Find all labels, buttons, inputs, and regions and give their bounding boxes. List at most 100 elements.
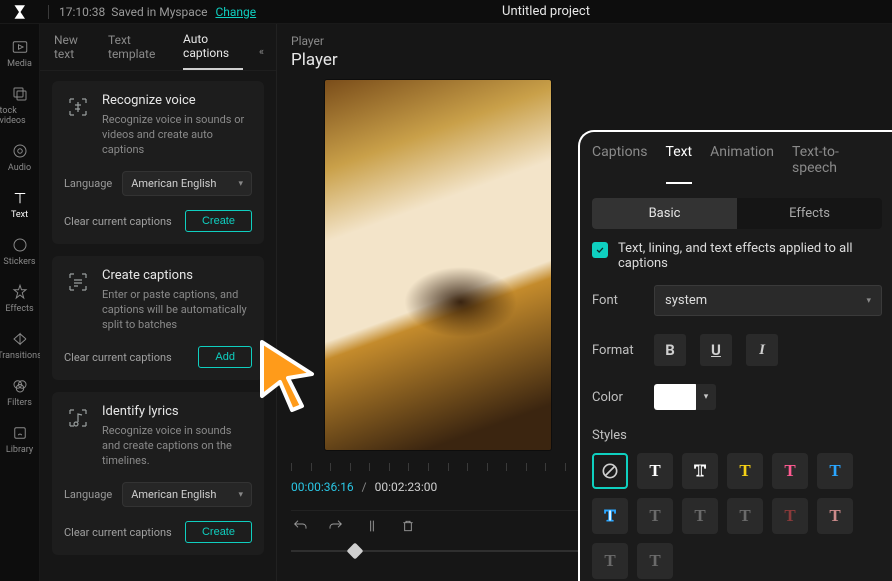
apply-all-checkbox[interactable]	[592, 242, 608, 258]
recognize-voice-icon	[64, 93, 92, 121]
card-desc: Recognize voice in sounds or videos and …	[102, 112, 252, 157]
rail-label: Library	[6, 445, 33, 455]
rail-label: Audio	[8, 163, 31, 173]
clear-captions-button[interactable]: Clear current captions	[64, 215, 172, 228]
text-icon	[11, 189, 29, 207]
tab-captions[interactable]: Captions	[592, 144, 648, 184]
style-preset[interactable]: T	[637, 498, 673, 534]
tab-text[interactable]: Text	[666, 144, 693, 184]
rail-label: tock videos	[0, 106, 40, 126]
zoom-slider[interactable]	[291, 550, 578, 552]
style-preset[interactable]: T	[682, 498, 718, 534]
tab-text-to-speech[interactable]: Text-to-speech	[792, 144, 882, 184]
card-create-captions: Create captions Enter or paste captions,…	[52, 256, 264, 380]
style-preset[interactable]: T	[772, 453, 808, 489]
rail-label: Text	[11, 210, 28, 220]
apply-all-label: Text, lining, and text effects applied t…	[618, 241, 882, 271]
style-preset[interactable]: T	[682, 453, 718, 489]
change-workspace-link[interactable]: Change	[215, 5, 256, 19]
card-recognize-voice: Recognize voice Recognize voice in sound…	[52, 81, 264, 244]
rail-text[interactable]: Text	[0, 183, 40, 230]
text-inspector-panel: Captions Text Animation Text-to-speech B…	[578, 130, 892, 581]
style-presets: T T T T T T T T T T T T T	[592, 453, 882, 579]
rail-stickers[interactable]: Stickers	[0, 230, 40, 277]
tab-new-text[interactable]: New text	[54, 33, 92, 69]
clear-captions-button[interactable]: Clear current captions	[64, 351, 172, 364]
inspector-segments: Basic Effects	[592, 198, 882, 229]
player-title: Player	[277, 48, 892, 80]
rail-label: Media	[7, 59, 32, 69]
underline-button[interactable]: U	[700, 334, 732, 366]
redo-icon[interactable]	[327, 517, 345, 535]
video-preview[interactable]	[325, 80, 551, 450]
card-title: Recognize voice	[102, 93, 252, 108]
style-preset[interactable]: T	[817, 453, 853, 489]
card-title: Create captions	[102, 268, 252, 283]
style-preset[interactable]: T	[592, 498, 628, 534]
language-select[interactable]: American English ▾	[122, 482, 252, 507]
style-preset[interactable]: T	[637, 543, 673, 579]
effects-icon	[11, 283, 29, 301]
style-preset[interactable]: T	[592, 543, 628, 579]
transitions-icon	[11, 330, 29, 348]
filters-icon	[11, 377, 29, 395]
chevron-down-icon: ▾	[238, 179, 243, 189]
save-time: 17:10:38	[59, 5, 105, 19]
audio-icon	[11, 142, 29, 160]
rail-audio[interactable]: Audio	[0, 136, 40, 183]
delete-icon[interactable]	[399, 517, 417, 535]
language-label: Language	[64, 488, 112, 501]
zoom-handle[interactable]	[347, 543, 364, 560]
create-button[interactable]: Create	[185, 210, 252, 232]
add-button[interactable]: Add	[198, 346, 252, 368]
rail-transitions[interactable]: Transitions	[0, 324, 40, 371]
clear-captions-button[interactable]: Clear current captions	[64, 526, 172, 539]
tab-text-template[interactable]: Text template	[108, 33, 167, 69]
tab-auto-captions[interactable]: Auto captions	[183, 32, 243, 70]
language-label: Language	[64, 177, 112, 190]
project-title[interactable]: Untitled project	[502, 4, 590, 19]
rail-filters[interactable]: Filters	[0, 371, 40, 418]
collapse-panel-icon[interactable]: «	[259, 45, 262, 58]
stock-videos-icon	[11, 85, 29, 103]
create-button[interactable]: Create	[185, 521, 252, 543]
bold-button[interactable]: B	[654, 334, 686, 366]
color-swatch[interactable]	[654, 384, 698, 410]
media-icon	[11, 38, 29, 56]
rail-label: Effects	[5, 304, 33, 314]
rail-label: Transitions	[0, 351, 42, 361]
rail-library[interactable]: Library	[0, 418, 40, 465]
italic-button[interactable]: I	[746, 334, 778, 366]
saved-status: Saved in Myspace	[111, 5, 207, 19]
style-preset[interactable]: T	[637, 453, 673, 489]
language-value: American English	[131, 177, 216, 190]
chevron-down-icon: ▾	[704, 392, 709, 402]
format-label: Format	[592, 343, 654, 358]
style-preset[interactable]: T	[727, 453, 763, 489]
app-logo	[10, 3, 28, 21]
undo-icon[interactable]	[291, 517, 309, 535]
style-preset[interactable]: T	[772, 498, 808, 534]
style-preset[interactable]: T	[817, 498, 853, 534]
current-time: 00:00:36:16	[291, 480, 354, 494]
segment-effects[interactable]: Effects	[737, 198, 882, 229]
top-bar: 17:10:38 Saved in Myspace Change Untitle…	[0, 0, 892, 24]
tab-animation[interactable]: Animation	[710, 144, 774, 184]
inspector-tabs: Captions Text Animation Text-to-speech	[592, 144, 892, 184]
style-none[interactable]	[592, 453, 628, 489]
identify-lyrics-icon	[64, 404, 92, 432]
rail-effects[interactable]: Effects	[0, 277, 40, 324]
chevron-down-icon: ▾	[238, 490, 243, 500]
font-value: system	[665, 293, 707, 308]
rail-media[interactable]: Media	[0, 32, 40, 79]
segment-basic[interactable]: Basic	[592, 198, 737, 229]
card-desc: Enter or paste captions, and captions wi…	[102, 287, 252, 332]
font-select[interactable]: system ▾	[654, 285, 882, 316]
language-select[interactable]: American English ▾	[122, 171, 252, 196]
playhead-time: 00:00:36:16 / 00:02:23:00	[291, 480, 437, 494]
style-preset[interactable]: T	[727, 498, 763, 534]
rail-stock-videos[interactable]: tock videos	[0, 79, 40, 136]
split-icon[interactable]	[363, 517, 381, 535]
color-dropdown-button[interactable]: ▾	[696, 384, 716, 410]
text-panel-tabs: New text Text template Auto captions «	[40, 24, 276, 71]
